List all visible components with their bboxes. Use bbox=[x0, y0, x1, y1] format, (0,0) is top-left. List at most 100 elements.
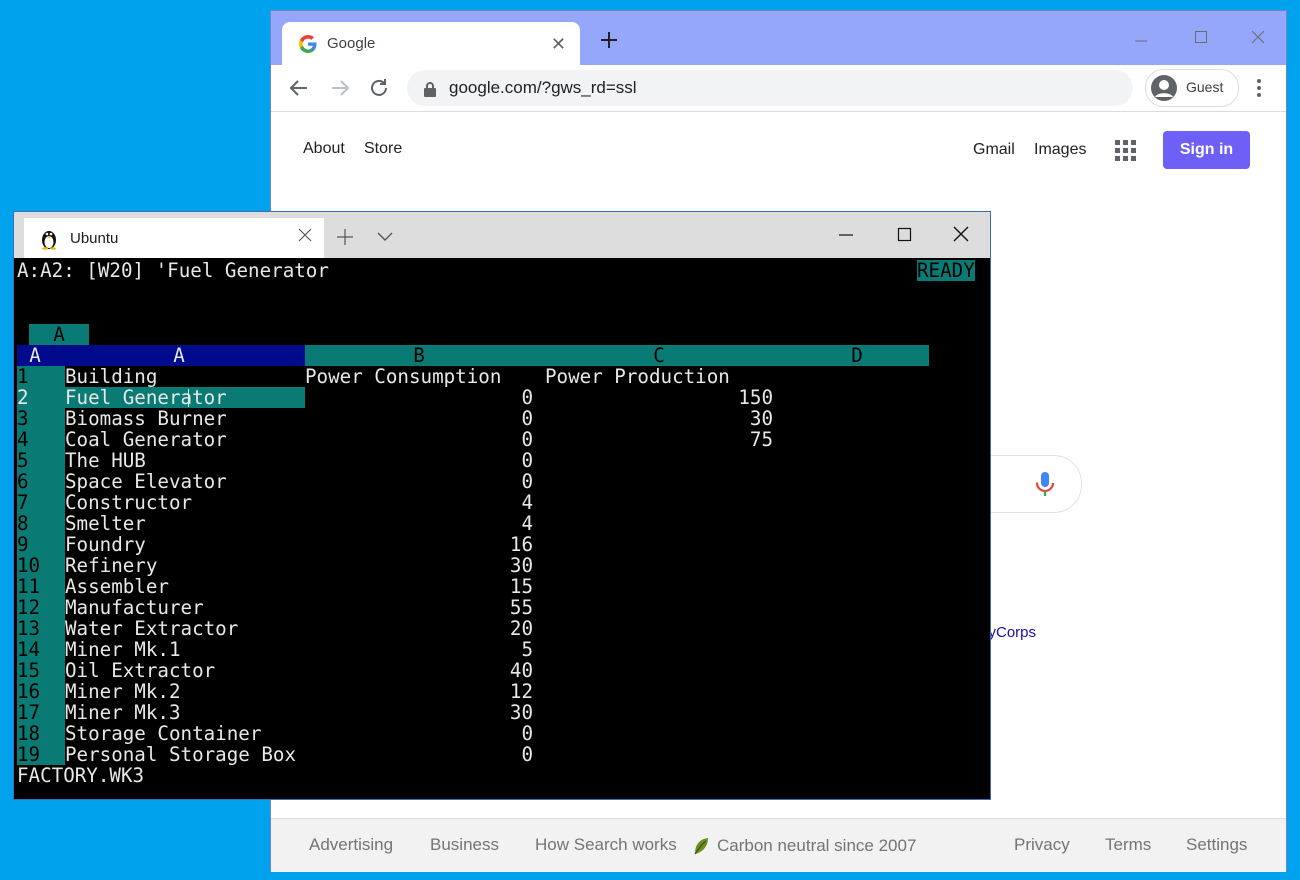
sheet-tab[interactable]: A bbox=[29, 324, 89, 345]
how-search-works-link[interactable]: How Search works bbox=[535, 835, 677, 855]
cell-consumption[interactable]: 0 bbox=[305, 408, 533, 429]
cell-building[interactable]: Refinery bbox=[65, 555, 157, 576]
cell-building[interactable]: Space Elevator bbox=[65, 471, 227, 492]
row-number[interactable]: 1 bbox=[17, 366, 65, 387]
cell-building[interactable]: Assembler bbox=[65, 576, 169, 597]
cell-production[interactable]: 75 bbox=[545, 429, 773, 450]
cell-consumption[interactable]: 0 bbox=[305, 450, 533, 471]
row-number[interactable]: 19 bbox=[17, 744, 65, 765]
carbon-neutral-link[interactable]: Carbon neutral since 2007 bbox=[717, 836, 916, 856]
row-number[interactable]: 9 bbox=[17, 534, 65, 555]
address-bar[interactable]: google.com/?gws_rd=ssl bbox=[407, 70, 1133, 106]
new-tab-plus-icon[interactable] bbox=[598, 29, 620, 51]
cell-production[interactable]: 30 bbox=[545, 408, 773, 429]
row-number[interactable]: 17 bbox=[17, 702, 65, 723]
url-text[interactable]: google.com/?gws_rd=ssl bbox=[449, 78, 637, 98]
cell-consumption[interactable]: 40 bbox=[305, 660, 533, 681]
cell-consumption[interactable]: 55 bbox=[305, 597, 533, 618]
cell-building[interactable]: The HUB bbox=[65, 450, 146, 471]
close-tab-icon[interactable] bbox=[298, 228, 312, 242]
chrome-menu-icon[interactable] bbox=[1255, 77, 1263, 99]
header-cell-building[interactable]: Building bbox=[65, 366, 157, 387]
sign-in-button[interactable]: Sign in bbox=[1163, 131, 1250, 169]
cell-production[interactable] bbox=[545, 513, 773, 534]
row-number[interactable]: 5 bbox=[17, 450, 65, 471]
minimize-icon[interactable] bbox=[1123, 23, 1159, 53]
store-link[interactable]: Store bbox=[364, 140, 402, 158]
cell-production[interactable] bbox=[545, 723, 773, 744]
microphone-icon[interactable] bbox=[1033, 470, 1057, 498]
row-number[interactable]: 14 bbox=[17, 639, 65, 660]
cell-consumption[interactable]: 12 bbox=[305, 681, 533, 702]
cell-production[interactable] bbox=[545, 555, 773, 576]
minimize-icon[interactable] bbox=[833, 224, 859, 246]
cell-consumption[interactable]: 30 bbox=[305, 555, 533, 576]
cell-consumption[interactable]: 4 bbox=[305, 492, 533, 513]
cell-production[interactable] bbox=[545, 681, 773, 702]
row-number[interactable]: 7 bbox=[17, 492, 65, 513]
cell-production[interactable] bbox=[545, 744, 773, 765]
business-link[interactable]: Business bbox=[430, 835, 499, 855]
column-header-a[interactable]: A bbox=[53, 345, 305, 366]
close-window-icon[interactable] bbox=[948, 224, 974, 246]
row-number[interactable]: 18 bbox=[17, 723, 65, 744]
cell-building[interactable]: Personal Storage Box bbox=[65, 744, 296, 765]
terms-link[interactable]: Terms bbox=[1105, 835, 1151, 855]
maximize-icon[interactable] bbox=[1183, 23, 1219, 53]
cell-building[interactable]: Constructor bbox=[65, 492, 192, 513]
google-apps-icon[interactable] bbox=[1115, 140, 1137, 162]
new-tab-plus-icon[interactable] bbox=[336, 228, 354, 246]
privacy-link[interactable]: Privacy bbox=[1014, 835, 1070, 855]
row-number[interactable]: 2 bbox=[17, 387, 65, 408]
row-number[interactable]: 15 bbox=[17, 660, 65, 681]
images-link[interactable]: Images bbox=[1034, 141, 1086, 159]
cell-consumption[interactable]: 5 bbox=[305, 639, 533, 660]
row-number[interactable]: 3 bbox=[17, 408, 65, 429]
cell-consumption[interactable]: 0 bbox=[305, 744, 533, 765]
cell-consumption[interactable]: 16 bbox=[305, 534, 533, 555]
profile-button[interactable]: Guest bbox=[1145, 69, 1239, 107]
row-number[interactable]: 13 bbox=[17, 618, 65, 639]
row-number[interactable]: 16 bbox=[17, 681, 65, 702]
row-number[interactable]: 4 bbox=[17, 429, 65, 450]
cell-consumption[interactable]: 30 bbox=[305, 702, 533, 723]
cell-production[interactable] bbox=[545, 576, 773, 597]
row-number[interactable]: 12 bbox=[17, 597, 65, 618]
row-number[interactable]: 8 bbox=[17, 513, 65, 534]
close-tab-icon[interactable]: ✕ bbox=[551, 34, 566, 55]
maximize-icon[interactable] bbox=[891, 224, 917, 246]
spreadsheet-screen[interactable]: A:A2: [W20] 'Fuel Generator READY A A A … bbox=[17, 258, 987, 796]
selected-cell-building[interactable]: Fuel Generator bbox=[65, 387, 305, 408]
chrome-tab-google[interactable]: Google ✕ bbox=[282, 22, 580, 65]
gmail-link[interactable]: Gmail bbox=[973, 141, 1015, 159]
cell-consumption[interactable]: 15 bbox=[305, 576, 533, 597]
column-header-b[interactable]: B bbox=[305, 345, 533, 366]
column-header-c[interactable]: C bbox=[533, 345, 785, 366]
cell-production[interactable] bbox=[545, 660, 773, 681]
row-number[interactable]: 6 bbox=[17, 471, 65, 492]
cell-building[interactable]: Water Extractor bbox=[65, 618, 238, 639]
back-arrow-icon[interactable] bbox=[287, 76, 311, 100]
cell-building[interactable]: Smelter bbox=[65, 513, 146, 534]
ubuntu-terminal-window[interactable]: Ubuntu A:A2: [W20] 'Fuel Generator READY… bbox=[14, 212, 990, 799]
cell-consumption[interactable]: 20 bbox=[305, 618, 533, 639]
advertising-link[interactable]: Advertising bbox=[309, 835, 393, 855]
about-link[interactable]: About bbox=[303, 140, 345, 158]
chevron-down-icon[interactable] bbox=[377, 229, 393, 243]
row-number[interactable]: 10 bbox=[17, 555, 65, 576]
cell-building[interactable]: Coal Generator bbox=[65, 429, 227, 450]
cell-production[interactable]: 150 bbox=[545, 387, 773, 408]
cell-building[interactable]: Foundry bbox=[65, 534, 146, 555]
forward-arrow-icon[interactable] bbox=[328, 76, 352, 100]
cell-production[interactable] bbox=[545, 702, 773, 723]
cell-consumption[interactable]: 0 bbox=[305, 471, 533, 492]
cell-production[interactable] bbox=[545, 450, 773, 471]
lock-icon[interactable] bbox=[423, 81, 437, 97]
cell-building[interactable]: Miner Mk.2 bbox=[65, 681, 181, 702]
terminal-tab-ubuntu[interactable]: Ubuntu bbox=[24, 218, 324, 258]
cell-production[interactable] bbox=[545, 492, 773, 513]
cell-consumption[interactable]: 0 bbox=[305, 723, 533, 744]
cell-building[interactable]: Biomass Burner bbox=[65, 408, 227, 429]
cell-production[interactable] bbox=[545, 597, 773, 618]
reload-icon[interactable] bbox=[367, 76, 391, 100]
